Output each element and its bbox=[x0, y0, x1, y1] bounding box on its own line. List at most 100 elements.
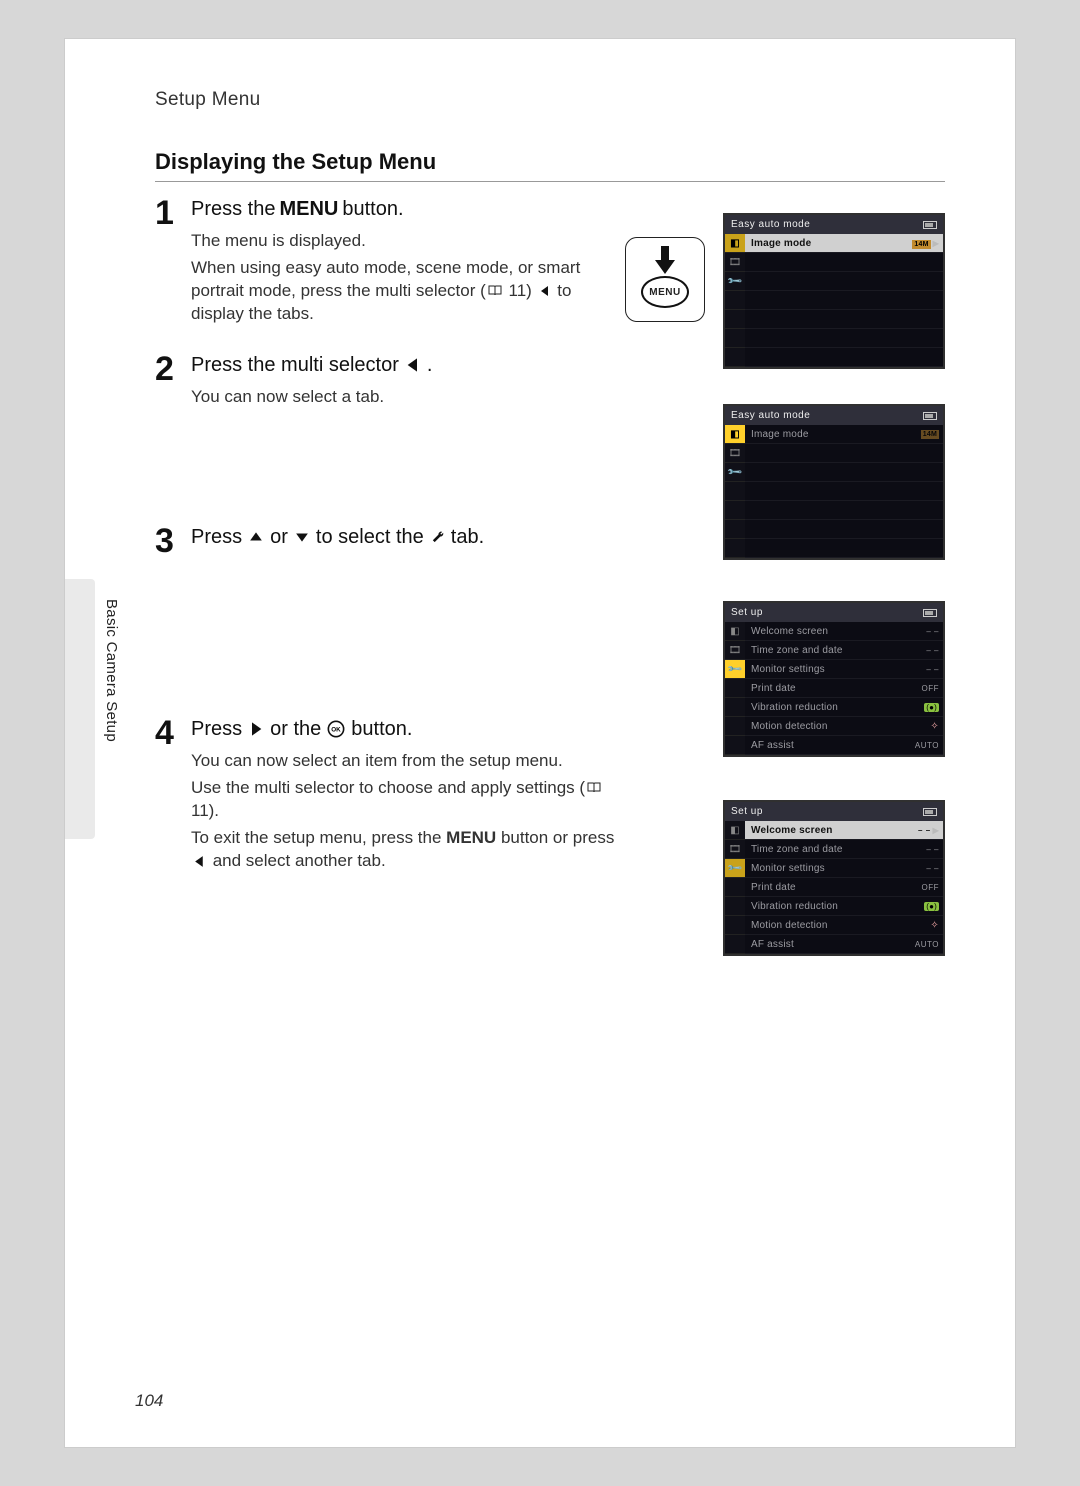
triangle-left-icon bbox=[193, 855, 206, 868]
tab-movie-icon: 🎞 bbox=[725, 444, 745, 463]
setup-menu-item: Motion detection✧ bbox=[745, 916, 943, 935]
screenshot-title: Set up bbox=[725, 603, 943, 622]
down-arrow-icon bbox=[653, 244, 677, 276]
empty-row bbox=[745, 444, 943, 463]
camera-screenshot-setup-tab: Set up ◧ 🎞 🔧 Welcome screen– –Time zone … bbox=[723, 601, 945, 757]
tab-shooting-icon: ◧ bbox=[725, 622, 745, 641]
setup-menu-item: Time zone and date– – bbox=[745, 840, 943, 859]
svg-text:OK: OK bbox=[332, 726, 342, 733]
screenshot-title: Easy auto mode bbox=[725, 215, 943, 234]
tab-empty bbox=[725, 539, 745, 558]
step-body-text: You can now select an item from the setu… bbox=[191, 750, 621, 873]
empty-row bbox=[745, 291, 943, 310]
side-tab-label: Basic Camera Setup bbox=[103, 599, 120, 742]
heading-text: Press bbox=[191, 716, 242, 742]
empty-row bbox=[745, 253, 943, 272]
camera-screenshot-easy-auto-1: Easy auto mode ◧ 🎞 🔧 Image mode 14M▶ bbox=[723, 213, 945, 369]
step-number: 1 bbox=[155, 196, 185, 230]
heading-text: button. bbox=[342, 196, 403, 222]
tab-empty bbox=[725, 698, 745, 717]
setup-menu-item: Time zone and date– – bbox=[745, 641, 943, 660]
title-text: Set up bbox=[731, 806, 763, 817]
text-run: and select another tab. bbox=[208, 851, 386, 870]
heading-text: Press the multi selector bbox=[191, 352, 399, 378]
empty-row bbox=[745, 501, 943, 520]
tab-empty bbox=[725, 916, 745, 935]
triangle-left-icon bbox=[405, 357, 421, 373]
paragraph: You can now select an item from the setu… bbox=[191, 750, 621, 773]
title-text: Set up bbox=[731, 607, 763, 618]
heading-text: or the bbox=[270, 716, 321, 742]
camera-screenshot-setup-item: Set up ◧ 🎞 🔧 Welcome screen– –▶Time zone… bbox=[723, 800, 945, 956]
tab-empty bbox=[725, 679, 745, 698]
heading-text: or bbox=[270, 524, 288, 550]
tab-movie-icon: 🎞 bbox=[725, 641, 745, 660]
triangle-left-icon bbox=[539, 285, 551, 297]
book-icon bbox=[587, 782, 601, 794]
title-text: Easy auto mode bbox=[731, 410, 810, 421]
step-number: 3 bbox=[155, 524, 185, 558]
tab-shooting-icon: ◧ bbox=[725, 821, 745, 840]
empty-row bbox=[745, 482, 943, 501]
tab-empty bbox=[725, 482, 745, 501]
paragraph: Use the multi selector to choose and app… bbox=[191, 777, 621, 823]
empty-row bbox=[745, 348, 943, 367]
menu-button-oval: MENU bbox=[641, 276, 689, 308]
heading-text: button. bbox=[351, 716, 412, 742]
text-run: Use the multi selector to choose and app… bbox=[191, 778, 585, 797]
menu-item-image-mode: Image mode 14M bbox=[745, 425, 943, 444]
heading-text: to select the bbox=[316, 524, 424, 550]
step-number: 4 bbox=[155, 716, 185, 750]
section-label: Setup Menu bbox=[155, 89, 945, 111]
setup-menu-item: Welcome screen– –▶ bbox=[745, 821, 943, 840]
heading-text: . bbox=[427, 352, 433, 378]
chevron-right-icon: ▶ bbox=[933, 239, 939, 248]
tab-empty bbox=[725, 736, 745, 755]
tab-setup-icon: 🔧 bbox=[725, 660, 745, 679]
row-label: Image mode bbox=[751, 238, 811, 249]
ok-button-icon: OK bbox=[327, 720, 345, 738]
menu-button-label: MENU bbox=[649, 287, 680, 298]
tab-movie-icon: 🎞 bbox=[725, 253, 745, 272]
battery-icon bbox=[923, 808, 937, 816]
tab-setup-icon: 🔧 bbox=[725, 463, 745, 482]
battery-icon bbox=[923, 609, 937, 617]
paragraph: You can now select a tab. bbox=[191, 386, 621, 409]
tab-movie-icon: 🎞 bbox=[725, 840, 745, 859]
setup-menu-item: AF assistAUTO bbox=[745, 736, 943, 755]
text-run: 11) bbox=[504, 281, 537, 300]
camera-screenshot-easy-auto-2: Easy auto mode ◧ 🎞 🔧 Image mode 14M bbox=[723, 404, 945, 560]
title-rule bbox=[155, 181, 945, 182]
tab-empty bbox=[725, 878, 745, 897]
menu-item-image-mode: Image mode 14M▶ bbox=[745, 234, 943, 253]
empty-row bbox=[745, 520, 943, 539]
image-mode-badge: 14M bbox=[921, 430, 939, 439]
empty-row bbox=[745, 329, 943, 348]
image-mode-badge: 14M bbox=[912, 240, 930, 249]
empty-row bbox=[745, 463, 943, 482]
tab-setup-icon: 🔧 bbox=[725, 272, 745, 291]
setup-list-dim: Welcome screen– –Time zone and date– –Mo… bbox=[745, 622, 943, 755]
setup-menu-item: Monitor settings– – bbox=[745, 660, 943, 679]
text-run: button or press bbox=[496, 828, 614, 847]
setup-menu-item: Motion detection✧ bbox=[745, 717, 943, 736]
empty-row bbox=[745, 310, 943, 329]
empty-row bbox=[745, 272, 943, 291]
battery-icon bbox=[923, 412, 937, 420]
setup-menu-item: AF assistAUTO bbox=[745, 935, 943, 954]
setup-menu-item: Welcome screen– – bbox=[745, 622, 943, 641]
step-number: 2 bbox=[155, 352, 185, 386]
setup-menu-item: Vibration reduction(●) bbox=[745, 897, 943, 916]
menu-word-icon: MENU bbox=[446, 828, 496, 847]
tab-setup-icon: 🔧 bbox=[725, 859, 745, 878]
wrench-icon bbox=[430, 529, 445, 544]
row-label: Image mode bbox=[751, 429, 809, 440]
heading-text: Press bbox=[191, 524, 242, 550]
tab-empty bbox=[725, 501, 745, 520]
menu-button-diagram: MENU bbox=[625, 237, 705, 322]
thumb-tab-background bbox=[65, 579, 95, 839]
title-text: Easy auto mode bbox=[731, 219, 810, 230]
page-number: 104 bbox=[135, 1391, 163, 1411]
menu-word-icon: MENU bbox=[279, 196, 338, 222]
screenshot-title: Easy auto mode bbox=[725, 406, 943, 425]
